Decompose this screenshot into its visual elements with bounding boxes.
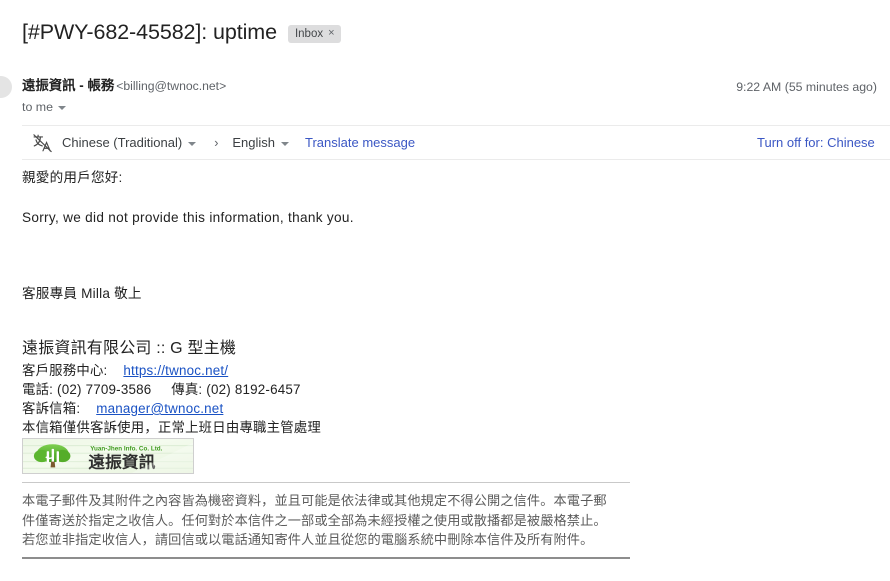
chevron-down-icon bbox=[281, 141, 289, 146]
label-chip-inbox[interactable]: Inbox × bbox=[287, 24, 341, 43]
turn-off-translation-link[interactable]: Turn off for: Chinese bbox=[757, 135, 875, 150]
translate-message-link[interactable]: Translate message bbox=[305, 135, 415, 150]
target-language-select[interactable]: English bbox=[232, 135, 289, 150]
sender-row: 遠振資訊 - 帳務 <billing@twnoc.net> bbox=[22, 77, 722, 95]
recipient-row[interactable]: to me bbox=[22, 98, 66, 116]
sender-name[interactable]: 遠振資訊 - 帳務 bbox=[22, 78, 114, 93]
body-sentence: Sorry, we did not provide this informati… bbox=[22, 210, 354, 225]
complaint-email-link[interactable]: manager@twnoc.net bbox=[96, 401, 223, 416]
signature-company-title: 遠振資訊有限公司 :: G 型主機 bbox=[22, 340, 237, 357]
body-sign-off: 客服專員 Milla 敬上 bbox=[22, 286, 142, 301]
body-greeting: 親愛的用戶您好: bbox=[22, 170, 123, 185]
chevron-down-icon bbox=[188, 141, 197, 146]
avatar bbox=[0, 76, 12, 98]
signature-phone-line: 電話: (02) 7709-3586 傳真: (02) 8192-6457 bbox=[22, 380, 662, 399]
sender-email[interactable]: <billing@twnoc.net> bbox=[116, 79, 226, 93]
chevron-down-icon[interactable] bbox=[58, 106, 66, 110]
translate-icon bbox=[33, 133, 52, 152]
company-logo-graphic: Yuan-Jhen Info. Co. Ltd. 遠振資訊 bbox=[23, 439, 193, 473]
disclaimer-divider-bottom bbox=[22, 557, 630, 559]
signature-complaint-line: 客訴信箱: manager@twnoc.net bbox=[22, 399, 662, 418]
signature-service-center-line: 客戶服務中心: https://twnoc.net/ bbox=[22, 361, 662, 380]
signature-complaint-note: 本信箱僅供客訴使用，正常上班日由專職主管處理 bbox=[22, 420, 321, 435]
source-language-select[interactable]: Chinese (Traditional) bbox=[62, 135, 197, 150]
fax-value: (02) 8192-6457 bbox=[206, 382, 301, 397]
disclaimer-line-2: 件僅寄送於指定之收信人。任何對於本信件之一部或全部為未經授權之使用或散播都是被嚴… bbox=[22, 512, 607, 528]
disclaimer-divider-top bbox=[22, 482, 630, 483]
phone-label: 電話: bbox=[22, 382, 54, 397]
recipient-label: to me bbox=[22, 100, 53, 114]
service-center-label: 客戶服務中心: bbox=[22, 363, 108, 378]
message-timestamp: 9:22 AM (55 minutes ago) bbox=[736, 80, 877, 94]
subject-row: [#PWY-682-45582]: uptime Inbox × bbox=[0, 14, 890, 50]
signature-block: 遠振資訊有限公司 :: G 型主機 客戶服務中心: https://twnoc.… bbox=[22, 337, 662, 437]
language-direction-arrow: › bbox=[214, 135, 219, 150]
service-center-url-link[interactable]: https://twnoc.net/ bbox=[123, 363, 228, 378]
disclaimer-line-1: 本電子郵件及其附件之內容皆為機密資料，並且可能是依法律或其他規定不得公開之信件。… bbox=[22, 493, 607, 508]
svg-text:Yuan-Jhen Info. Co. Ltd.: Yuan-Jhen Info. Co. Ltd. bbox=[90, 445, 163, 452]
disclaimer-text: 本電子郵件及其附件之內容皆為機密資料，並且可能是依法律或其他規定不得公開之信件。… bbox=[22, 491, 636, 550]
target-language-label: English bbox=[232, 135, 275, 150]
email-message-view: [#PWY-682-45582]: uptime Inbox × 遠振資訊 - … bbox=[0, 0, 890, 581]
source-language-label: Chinese (Traditional) bbox=[62, 135, 183, 150]
complaint-label: 客訴信箱: bbox=[22, 401, 81, 416]
page-title: [#PWY-682-45582]: uptime bbox=[22, 20, 277, 44]
disclaimer-line-3: 若您並非指定收信人，請回信或以電話通知寄件人並且從您的電腦系統中刪除本信件及所有… bbox=[22, 532, 594, 547]
message-body: 親愛的用戶您好: Sorry, we did not provide this … bbox=[22, 166, 722, 304]
close-icon[interactable]: × bbox=[328, 27, 334, 40]
phone-value: (02) 7709-3586 bbox=[57, 382, 152, 397]
fax-label: 傳真: bbox=[171, 382, 203, 397]
label-chip-text: Inbox bbox=[294, 27, 324, 40]
company-logo: Yuan-Jhen Info. Co. Ltd. 遠振資訊 bbox=[22, 438, 194, 474]
